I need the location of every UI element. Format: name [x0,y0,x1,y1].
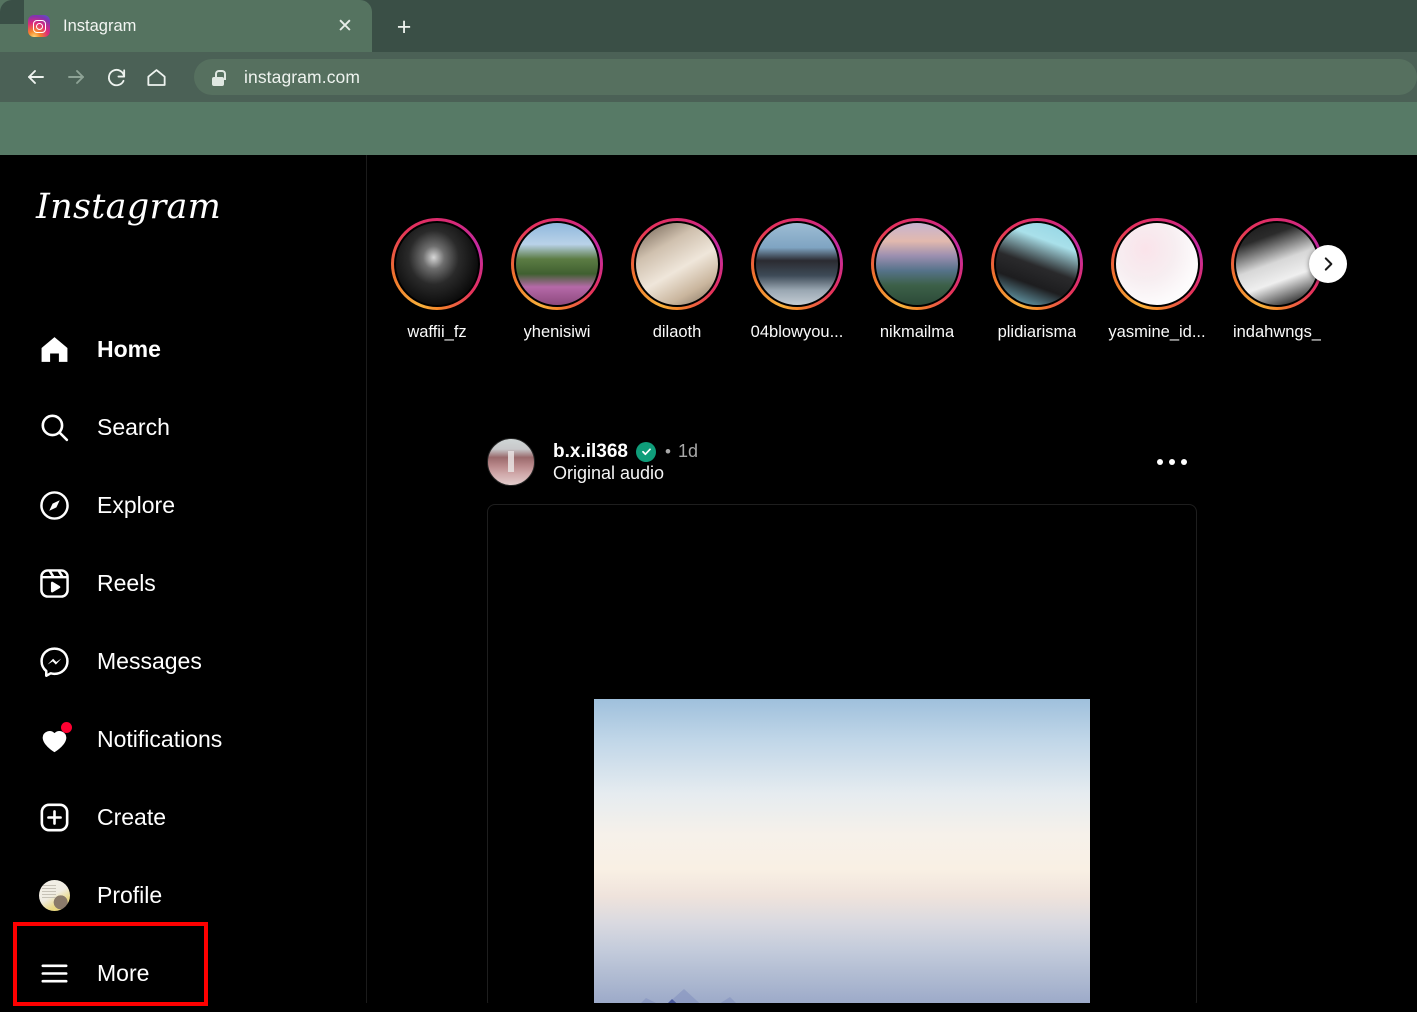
home-icon [30,325,78,373]
story-ring [751,218,843,310]
post-meta: b.x.il368 • 1d Original audio [553,441,1147,484]
story-ring [991,218,1083,310]
stories-tray: waffii_fz yhenisiwi dilaoth 04blowyou...… [377,218,1417,368]
story-item[interactable]: yhenisiwi [497,218,617,368]
search-icon [30,403,78,451]
plus-icon[interactable]: + [385,9,423,45]
story-ring [631,218,723,310]
sidebar-item-reels[interactable]: Reels [0,544,366,622]
instagram-icon [28,15,50,37]
sidebar: Instagram Home Search Explore Reels Mess… [0,155,367,1006]
browser-toolbar: instagram.com [0,52,1417,102]
story-item[interactable]: waffii_fz [377,218,497,368]
post-timestamp: 1d [677,441,698,461]
post-audio-label[interactable]: Original audio [553,463,664,483]
verified-badge-icon [636,441,656,462]
instagram-page: Instagram Home Search Explore Reels Mess… [0,155,1417,1006]
story-username: waffii_fz [407,323,467,341]
sidebar-item-profile[interactable]: Profile [0,856,366,934]
hamburger-icon [30,949,78,997]
more-options-icon[interactable] [1147,442,1197,482]
sidebar-item-notifications[interactable]: Notifications [0,700,366,778]
sidebar-item-home[interactable]: Home [0,310,366,388]
heart-icon [30,715,78,763]
sidebar-item-label: Create [97,803,167,830]
story-item[interactable]: indahwngs_ [1217,218,1347,368]
arrow-left-icon[interactable] [16,57,56,97]
sidebar-item-explore[interactable]: Explore [0,466,366,544]
story-username: nikmailma [879,323,955,341]
instagram-wordmark-logo[interactable]: Instagram [36,187,221,227]
reload-icon[interactable] [96,57,136,97]
compass-icon [30,481,78,529]
tab-title: Instagram [63,16,137,35]
sidebar-item-label: Home [97,335,161,362]
main-feed: waffii_fz yhenisiwi dilaoth 04blowyou...… [367,155,1417,1003]
post-username[interactable]: b.x.il368 [553,441,628,463]
sidebar-item-label: Explore [97,491,175,518]
address-bar[interactable]: instagram.com [194,59,1417,95]
story-username: yhenisiwi [523,323,591,341]
story-username: 04blowyou... [750,323,844,341]
browser-chrome: Instagram ✕ + instagram.com [0,0,1417,155]
post-header: b.x.il368 • 1d Original audio [487,427,1197,497]
arrow-right-icon [56,57,96,97]
mountain-silhouette [641,989,736,1003]
sidebar-item-label: Search [97,413,170,440]
home-icon[interactable] [136,57,176,97]
feed-post: b.x.il368 • 1d Original audio [487,427,1197,1003]
sidebar-item-label: More [97,959,150,986]
sidebar-item-search[interactable]: Search [0,388,366,466]
story-username: dilaoth [652,323,702,341]
sidebar-nav-list: Home Search Explore Reels Messages Notif… [0,310,366,1012]
story-item[interactable]: 04blowyou... [737,218,857,368]
tab-strip: Instagram ✕ + [0,0,1417,52]
post-avatar[interactable] [487,438,535,486]
story-ring [1111,218,1203,310]
lock-icon [210,69,226,86]
sidebar-item-label: Reels [97,569,156,596]
notification-badge-dot [61,722,72,733]
browser-bookmark-strip [0,102,1417,155]
sidebar-item-messages[interactable]: Messages [0,622,366,700]
story-username: indahwngs_ [1232,323,1322,341]
close-icon[interactable]: ✕ [330,11,360,41]
messenger-icon [30,637,78,685]
browser-tab-instagram[interactable]: Instagram ✕ [0,0,372,52]
reels-icon [30,559,78,607]
story-item[interactable]: plidiarisma [977,218,1097,368]
plus-square-icon [30,793,78,841]
avatar-icon [30,871,78,919]
post-separator: • [665,441,671,461]
post-image [594,699,1090,1003]
story-ring [871,218,963,310]
story-item[interactable]: nikmailma [857,218,977,368]
chevron-right-icon[interactable] [1309,245,1347,283]
story-ring [391,218,483,310]
sidebar-item-label: Profile [97,881,163,908]
story-username: plidiarisma [997,323,1077,341]
sidebar-item-label: Messages [97,647,202,674]
post-media[interactable] [487,504,1197,1003]
story-ring [511,218,603,310]
story-item[interactable]: dilaoth [617,218,737,368]
url-text: instagram.com [244,66,361,87]
sidebar-item-create[interactable]: Create [0,778,366,856]
sidebar-item-label: Notifications [97,725,223,752]
story-item[interactable]: yasmine_id... [1097,218,1217,368]
sidebar-item-more[interactable]: More [0,934,366,1012]
story-username: yasmine_id... [1108,323,1206,341]
